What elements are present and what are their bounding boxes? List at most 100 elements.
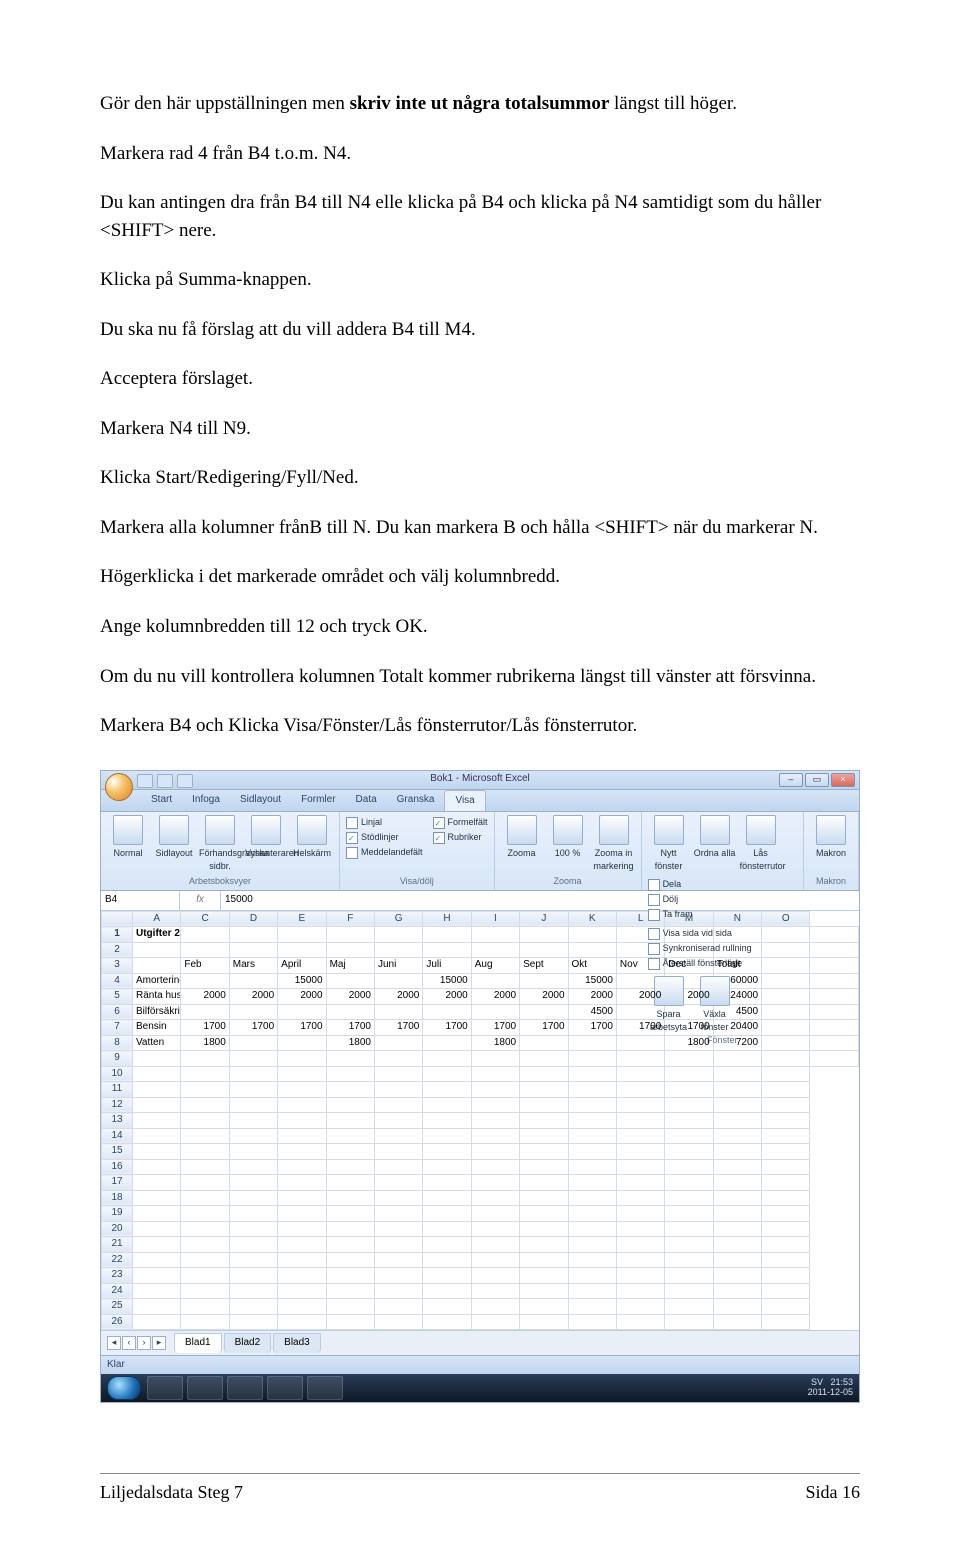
cell[interactable] — [616, 1314, 664, 1330]
tab-granska[interactable]: Granska — [387, 790, 445, 812]
cell[interactable] — [229, 1237, 277, 1253]
cell[interactable] — [133, 1051, 181, 1067]
tab-nav-first[interactable]: ◂ — [107, 1336, 121, 1350]
cell[interactable] — [278, 1144, 326, 1160]
cell[interactable] — [520, 1190, 568, 1206]
cell[interactable] — [471, 942, 519, 958]
cell[interactable] — [471, 1237, 519, 1253]
cell[interactable] — [665, 1237, 713, 1253]
cell[interactable] — [762, 1175, 810, 1191]
btn-sida-vid-sida[interactable]: Visa sida vid sida — [648, 926, 752, 941]
tab-formler[interactable]: Formler — [291, 790, 345, 812]
row-header[interactable]: 25 — [102, 1299, 133, 1315]
cell[interactable] — [278, 1314, 326, 1330]
cell[interactable] — [374, 1128, 422, 1144]
cell[interactable] — [713, 1082, 761, 1098]
cell[interactable] — [229, 1252, 277, 1268]
cell[interactable] — [133, 1190, 181, 1206]
cell[interactable] — [326, 1144, 374, 1160]
cell[interactable] — [326, 1190, 374, 1206]
cell[interactable] — [278, 1221, 326, 1237]
row-header[interactable]: 15 — [102, 1144, 133, 1160]
cell[interactable] — [520, 973, 568, 989]
cell[interactable] — [568, 927, 616, 943]
cell[interactable] — [762, 1097, 810, 1113]
col-header[interactable] — [102, 911, 133, 927]
cell[interactable] — [278, 1004, 326, 1020]
cell[interactable] — [229, 1206, 277, 1222]
cell[interactable] — [810, 1051, 859, 1067]
cell[interactable] — [520, 1051, 568, 1067]
cell[interactable] — [374, 1051, 422, 1067]
cell[interactable] — [278, 1066, 326, 1082]
row-header[interactable]: 6 — [102, 1004, 133, 1020]
cell[interactable] — [278, 1113, 326, 1129]
cell[interactable] — [229, 1082, 277, 1098]
cell[interactable] — [762, 1159, 810, 1175]
cell[interactable]: 1700 — [181, 1020, 229, 1036]
cell[interactable] — [181, 1051, 229, 1067]
cell[interactable] — [278, 1206, 326, 1222]
cell[interactable] — [133, 1221, 181, 1237]
tab-data[interactable]: Data — [346, 790, 387, 812]
cell[interactable]: Maj — [326, 958, 374, 974]
cell[interactable] — [568, 1268, 616, 1284]
btn-zoom-selection[interactable]: Zooma in markering — [593, 815, 635, 873]
cell[interactable] — [762, 1237, 810, 1253]
col-header[interactable]: K — [568, 911, 616, 927]
cell[interactable] — [423, 927, 471, 943]
cell[interactable] — [520, 1035, 568, 1051]
row-header[interactable]: 13 — [102, 1113, 133, 1129]
cell[interactable]: 15000 — [568, 973, 616, 989]
cell[interactable] — [616, 1283, 664, 1299]
cell[interactable] — [423, 1252, 471, 1268]
cell[interactable] — [568, 1113, 616, 1129]
cell[interactable] — [665, 1051, 713, 1067]
cell[interactable] — [229, 942, 277, 958]
cell[interactable] — [133, 958, 181, 974]
btn-sidbrytning[interactable]: Förhandsgranska sidbr. — [199, 815, 241, 873]
cell[interactable] — [181, 1190, 229, 1206]
cell[interactable] — [665, 1159, 713, 1175]
cell[interactable] — [326, 1283, 374, 1299]
tab-start[interactable]: Start — [141, 790, 182, 812]
cell[interactable] — [713, 1097, 761, 1113]
formula-input[interactable]: 15000 — [221, 891, 859, 910]
cell[interactable] — [616, 1051, 664, 1067]
col-header[interactable]: D — [229, 911, 277, 927]
cell[interactable] — [326, 927, 374, 943]
cell[interactable] — [326, 1004, 374, 1020]
cell[interactable] — [568, 1082, 616, 1098]
cell[interactable] — [520, 1097, 568, 1113]
cell[interactable] — [616, 1252, 664, 1268]
cell[interactable] — [374, 1221, 422, 1237]
row-header[interactable]: 23 — [102, 1268, 133, 1284]
cell[interactable]: 4500 — [568, 1004, 616, 1020]
cell[interactable] — [374, 1175, 422, 1191]
cell[interactable] — [278, 1283, 326, 1299]
cell[interactable]: 1800 — [471, 1035, 519, 1051]
cell[interactable] — [471, 1004, 519, 1020]
cell[interactable] — [762, 1206, 810, 1222]
cell[interactable] — [181, 1097, 229, 1113]
cell[interactable] — [520, 1175, 568, 1191]
fx-icon[interactable]: fx — [180, 891, 221, 910]
cell[interactable] — [665, 1283, 713, 1299]
cell[interactable]: Juli — [423, 958, 471, 974]
row-header[interactable]: 17 — [102, 1175, 133, 1191]
btn-vyhanteraren[interactable]: Vyhanteraren — [245, 815, 287, 860]
cell[interactable] — [374, 1252, 422, 1268]
cell[interactable] — [762, 1051, 810, 1067]
cell[interactable] — [423, 1082, 471, 1098]
office-button[interactable] — [105, 773, 133, 801]
cell[interactable] — [568, 1237, 616, 1253]
cell[interactable] — [278, 1128, 326, 1144]
cell[interactable] — [810, 927, 859, 943]
cell[interactable] — [810, 989, 859, 1005]
cell[interactable] — [133, 1206, 181, 1222]
cell[interactable]: Bilförsäkring — [133, 1004, 181, 1020]
cell[interactable] — [229, 1113, 277, 1129]
cell[interactable] — [471, 1190, 519, 1206]
cell[interactable] — [326, 1113, 374, 1129]
cell[interactable] — [181, 1144, 229, 1160]
